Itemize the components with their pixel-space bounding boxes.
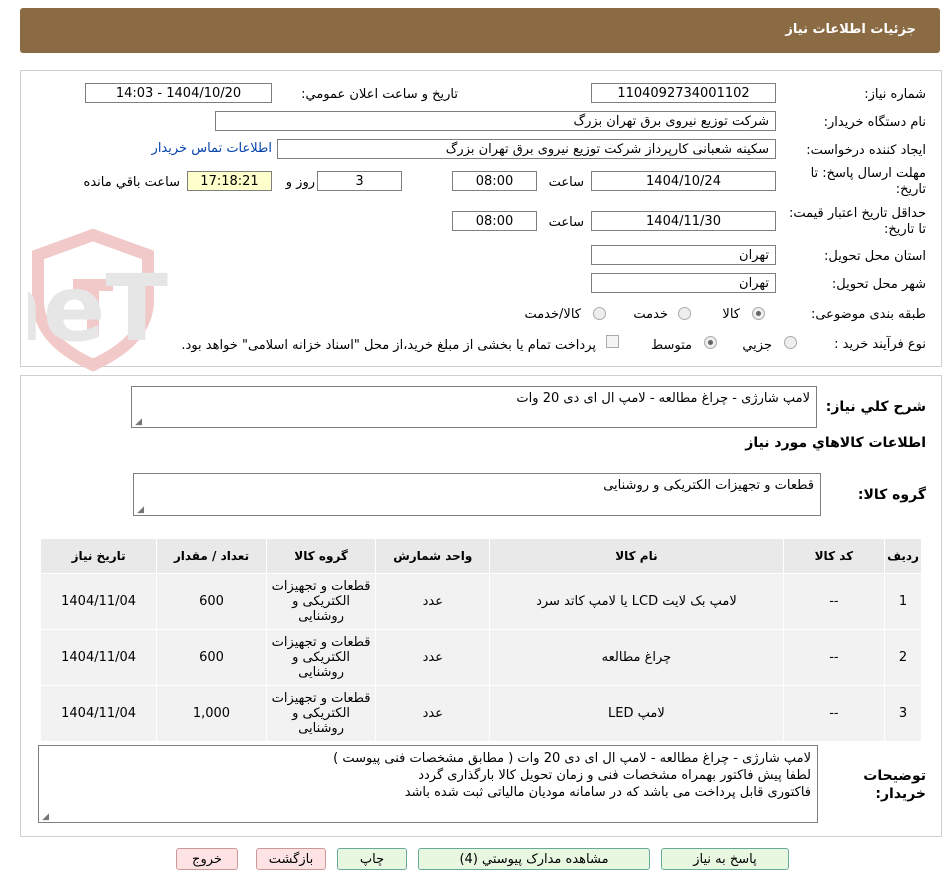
- days-label: روز و: [285, 175, 315, 190]
- cell-item-code: --: [782, 629, 886, 686]
- header-item-name: نام کالا: [489, 538, 784, 574]
- validity-label: حداقل تاریخ اعتبار قیمت: تا تاریخ:: [788, 206, 926, 237]
- category-radio-goods[interactable]: [752, 307, 765, 320]
- table-row: 1 -- لامپ بک لایت LCD یا لامپ کاتد سرد ع…: [39, 573, 922, 630]
- cell-item-code: --: [782, 685, 886, 742]
- window-title: جزئیات اطلاعات نیاز: [785, 22, 916, 37]
- summary-label: شرح کلي نياز:: [825, 399, 926, 415]
- validity-time-label: ساعت: [548, 215, 584, 230]
- window-title-bar: جزئیات اطلاعات نیاز: [20, 8, 940, 53]
- cell-unit: عدد: [375, 629, 491, 686]
- announce-label: تاریخ و ساعت اعلان عمومي:: [301, 87, 458, 102]
- table-header-row: رديف کد کالا نام کالا واحد شمارش گروه کا…: [39, 538, 922, 574]
- buyer-notes-textarea: لامپ شارژی - چراغ مطالعه - لامپ ال ای دی…: [38, 745, 818, 823]
- category-option-service: خدمت: [633, 307, 668, 322]
- print-button[interactable]: چاپ: [337, 848, 407, 870]
- process-option-minor: جزيي: [742, 338, 772, 353]
- province-field: تهران: [591, 245, 776, 265]
- goods-group-text: قطعات و تجهیزات الکتریکی و روشنایی: [603, 478, 814, 493]
- table-row: 2 -- چراغ مطالعه عدد قطعات و تجهیزات الک…: [39, 629, 922, 686]
- cell-item-name: چراغ مطالعه: [489, 629, 784, 686]
- goods-group-label: گروه کالا:: [857, 487, 926, 503]
- remaining-label: ساعت باقي مانده: [83, 175, 180, 190]
- buyer-notes-line-3: فاکتوری قابل پرداخت می باشد که در سامانه…: [404, 785, 811, 800]
- header-unit: واحد شمارش: [375, 538, 491, 574]
- validity-time-field: 08:00: [452, 211, 537, 231]
- announce-field: 1404/10/20 - 14:03: [85, 83, 272, 103]
- cell-quantity: 600: [156, 629, 267, 686]
- cell-need-date: 1404/11/04: [39, 685, 158, 742]
- cell-unit: عدد: [375, 685, 491, 742]
- cell-group: قطعات و تجهیزات الکتریکی و روشنایی: [265, 573, 377, 630]
- process-radio-minor[interactable]: [784, 336, 797, 349]
- summary-textarea: لامپ شارژی - چراغ مطالعه - لامپ ال ای دی…: [131, 386, 817, 428]
- buyer-org-label: نام دستگاه خریدار:: [823, 115, 926, 130]
- buyer-notes-line-2: لطفا پیش فاکتور بهمراه مشخصات فنی و زمان…: [418, 768, 811, 783]
- deadline-time-label: ساعت: [548, 175, 584, 190]
- back-button[interactable]: بازگشت: [256, 848, 326, 870]
- need-number-label: شماره نیاز:: [864, 87, 926, 102]
- cell-item-name: لامپ LED: [489, 685, 784, 742]
- resize-grip-icon: ◢: [135, 417, 142, 427]
- header-need-date: تاریخ نیاز: [39, 538, 158, 574]
- validity-date-field: 1404/11/30: [591, 211, 776, 231]
- category-option-goods: کالا: [722, 307, 740, 322]
- process-option-medium: متوسط: [651, 338, 692, 353]
- remaining-time-field: 17:18:21: [187, 171, 272, 191]
- buyer-contact-link[interactable]: اطلاعات تماس خریدار: [152, 141, 272, 156]
- items-table: رديف کد کالا نام کالا واحد شمارش گروه کا…: [39, 538, 922, 742]
- requester-field: سکینه شعبانی کارپرداز شرکت توزیع نیروی ب…: [277, 139, 776, 159]
- header-row-number: رديف: [884, 538, 922, 574]
- deadline-time-field: 08:00: [452, 171, 537, 191]
- cell-quantity: 600: [156, 573, 267, 630]
- requester-label: ایجاد کننده درخواست:: [806, 143, 926, 158]
- category-option-both: کالا/خدمت: [524, 307, 581, 322]
- cell-quantity: 1,000: [156, 685, 267, 742]
- goods-group-textarea: قطعات و تجهیزات الکتریکی و روشنایی ◢: [133, 473, 821, 516]
- header-quantity: تعداد / مقدار: [156, 538, 267, 574]
- goods-section-title: اطلاعات کالاهاي مورد نياز: [745, 435, 926, 451]
- buyer-org-field: شرکت توزیع نیروی برق تهران بزرگ: [215, 111, 776, 131]
- deadline-label: مهلت ارسال پاسخ: تا تاریخ:: [810, 166, 926, 197]
- province-label: استان محل تحویل:: [824, 249, 926, 264]
- cell-group: قطعات و تجهیزات الکتریکی و روشنایی: [265, 629, 377, 686]
- buyer-notes-line-1: لامپ شارژی - چراغ مطالعه - لامپ ال ای دی…: [333, 751, 811, 766]
- city-field: تهران: [591, 273, 776, 293]
- exit-button[interactable]: خروج: [176, 848, 238, 870]
- resize-grip-icon: ◢: [137, 505, 144, 515]
- cell-need-date: 1404/11/04: [39, 629, 158, 686]
- cell-row-number: 2: [884, 629, 922, 686]
- watermark: AriaTender.neT: [0, 225, 628, 379]
- cell-row-number: 1: [884, 573, 922, 630]
- resize-grip-icon: ◢: [42, 812, 49, 822]
- process-radio-medium[interactable]: [704, 336, 717, 349]
- cell-item-name: لامپ بک لایت LCD یا لامپ کاتد سرد: [489, 573, 784, 630]
- category-radio-service[interactable]: [678, 307, 691, 320]
- cell-unit: عدد: [375, 573, 491, 630]
- table-row: 3 -- لامپ LED عدد قطعات و تجهیزات الکتری…: [39, 685, 922, 742]
- category-radio-both[interactable]: [593, 307, 606, 320]
- category-label: طبقه بندی موضوعی:: [810, 307, 926, 322]
- process-label: نوع فرآیند خرید :: [834, 337, 926, 352]
- deadline-date-field: 1404/10/24: [591, 171, 776, 191]
- cell-group: قطعات و تجهیزات الکتریکی و روشنایی: [265, 685, 377, 742]
- header-group: گروه کالا: [265, 538, 377, 574]
- buyer-notes-label: توضیحات خریدار:: [863, 768, 926, 802]
- cell-row-number: 3: [884, 685, 922, 742]
- watermark-text: AriaTender.neT: [28, 255, 168, 362]
- treasury-checkbox[interactable]: [606, 335, 619, 348]
- view-attachments-button[interactable]: مشاهده مدارک پیوستي (4): [418, 848, 650, 870]
- days-field: 3: [317, 171, 402, 191]
- summary-text: لامپ شارژی - چراغ مطالعه - لامپ ال ای دی…: [516, 391, 810, 406]
- reply-button[interactable]: پاسخ به نیاز: [661, 848, 789, 870]
- header-item-code: کد کالا: [782, 538, 886, 574]
- city-label: شهر محل تحویل:: [831, 277, 926, 292]
- need-number-field: 1104092734001102: [591, 83, 776, 103]
- payment-note: پرداخت تمام یا بخشی از مبلغ خرید،از محل …: [181, 338, 596, 353]
- cell-need-date: 1404/11/04: [39, 573, 158, 630]
- cell-item-code: --: [782, 573, 886, 630]
